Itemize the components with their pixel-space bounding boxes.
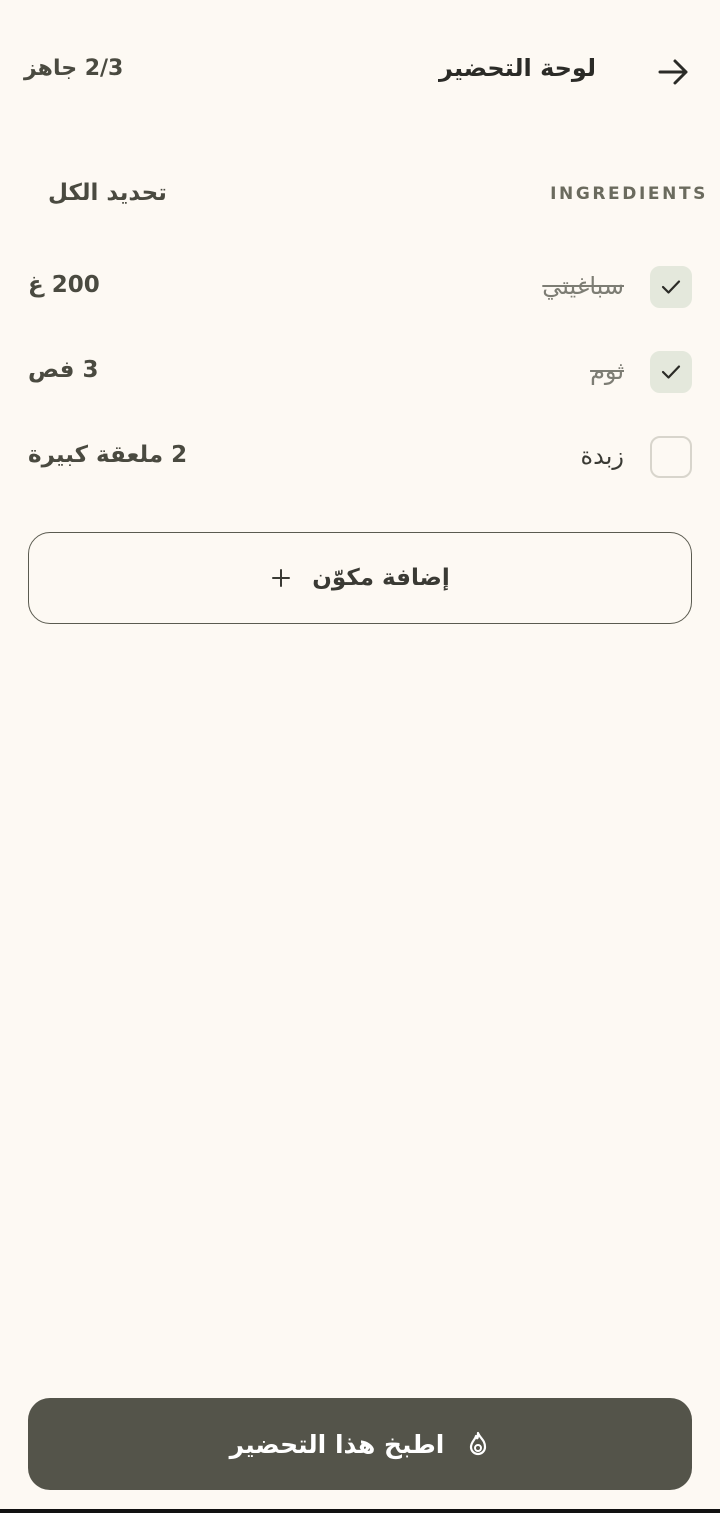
prep-board-screen: لوحة التحضير 2/3 جاهز INGREDIENTS تحديد … (0, 0, 720, 1513)
page-title: لوحة التحضير (439, 54, 596, 82)
ingredient-row: ثوم 3 فص (0, 329, 720, 414)
add-ingredient-button[interactable]: إضافة مكوّن (28, 532, 692, 624)
check-icon (661, 280, 681, 294)
ingredient-name: زبدة (580, 442, 624, 470)
cook-button-label: اطبخ هذا التحضير (229, 1429, 445, 1459)
check-icon (661, 365, 681, 379)
ingredient-name: ثوم (590, 357, 624, 385)
cook-button[interactable]: اطبخ هذا التحضير (28, 1398, 692, 1490)
section-label: INGREDIENTS (550, 184, 708, 204)
ingredient-quantity: 2 ملعقة كبيرة (28, 442, 188, 468)
flame-icon (466, 1431, 490, 1457)
ingredient-quantity: 200 غ (28, 272, 100, 298)
ingredient-quantity: 3 فص (28, 357, 99, 383)
bottom-edge (0, 1509, 720, 1513)
ingredient-checkbox[interactable] (650, 266, 692, 308)
select-all-button[interactable]: تحديد الكل (48, 180, 167, 206)
ingredient-list: سباغيتي 200 غ ثوم 3 فص زبدة 2 ملعقة كبير… (0, 244, 720, 499)
ingredient-checkbox[interactable] (650, 351, 692, 393)
plus-icon (270, 567, 292, 589)
ingredients-section-header: INGREDIENTS تحديد الكل (0, 170, 720, 220)
ready-count: 2/3 جاهز (24, 56, 124, 81)
ingredient-name: سباغيتي (542, 272, 624, 300)
ingredient-row: سباغيتي 200 غ (0, 244, 720, 329)
header: لوحة التحضير 2/3 جاهز (0, 0, 720, 140)
ingredient-row: زبدة 2 ملعقة كبيرة (0, 414, 720, 499)
add-ingredient-label: إضافة مكوّن (312, 565, 450, 591)
back-button[interactable] (652, 50, 696, 94)
ingredient-checkbox[interactable] (650, 436, 692, 478)
arrow-right-icon (658, 59, 688, 85)
